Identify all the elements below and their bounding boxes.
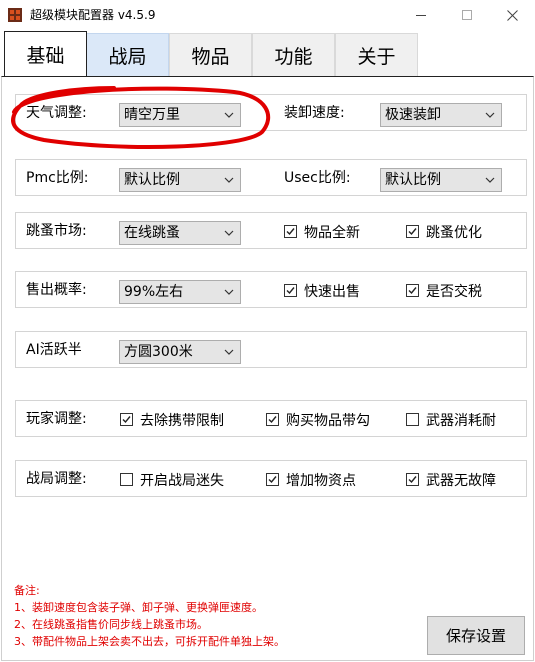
usec-label: Usec比例:	[284, 170, 351, 186]
group-ai-radius: AI活跃半 方圆300米	[15, 331, 527, 368]
chevron-down-icon	[485, 177, 495, 183]
ai-label: AI活跃半	[26, 342, 82, 358]
sell-select[interactable]: 99%左右	[119, 280, 241, 304]
flea-select-value: 在线跳蚤	[124, 225, 180, 241]
notes: 备注: 1、装卸速度包含装子弹、卸子弹、更换弹匣速度。 2、在线跳蚤指售价同步线…	[14, 582, 285, 650]
chevron-down-icon	[485, 112, 495, 118]
checkbox-checked-icon	[266, 413, 279, 426]
remove-carry-limit-checkbox[interactable]: 去除携带限制	[120, 401, 224, 438]
bought-items-fir-label: 购买物品带勾	[286, 412, 370, 429]
no-malfunction-checkbox[interactable]: 武器无故障	[406, 461, 496, 498]
quick-sell-checkbox[interactable]: 快速出售	[284, 272, 360, 309]
group-player: 玩家调整: 去除携带限制 购买物品带勾 武器消耗耐	[15, 400, 527, 437]
items-new-checkbox[interactable]: 物品全新	[284, 213, 360, 250]
notes-line-3: 3、带配件物品上架会卖不出去，可拆开配件单独上架。	[14, 635, 285, 648]
close-button[interactable]	[489, 0, 535, 30]
no-malfunction-label: 武器无故障	[426, 472, 496, 489]
sell-select-value: 99%左右	[124, 284, 184, 300]
chevron-down-icon	[224, 112, 234, 118]
pay-tax-label: 是否交税	[426, 283, 482, 300]
group-weather-reload: 天气调整: 晴空万里 装卸速度: 极速装卸	[15, 94, 527, 131]
weapon-durability-label: 武器消耗耐	[426, 412, 496, 429]
tab-functions[interactable]: 功能	[252, 33, 335, 76]
checkbox-checked-icon	[284, 225, 297, 238]
maximize-button[interactable]	[444, 0, 490, 30]
raid-lost-label: 开启战局迷失	[140, 472, 224, 489]
chevron-down-icon	[224, 177, 234, 183]
checkbox-checked-icon	[266, 473, 279, 486]
tab-about[interactable]: 关于	[335, 33, 418, 76]
minimize-button[interactable]	[398, 0, 444, 30]
save-settings-button[interactable]: 保存设置	[427, 616, 525, 655]
notes-line-1: 1、装卸速度包含装子弹、卸子弹、更换弹匣速度。	[14, 601, 263, 614]
weather-label: 天气调整:	[26, 105, 87, 121]
reload-select-value: 极速装卸	[385, 107, 441, 123]
checkbox-unchecked-icon	[120, 473, 133, 486]
pay-tax-checkbox[interactable]: 是否交税	[406, 272, 482, 309]
remove-carry-limit-label: 去除携带限制	[140, 412, 224, 429]
reload-label: 装卸速度:	[284, 105, 345, 121]
ai-select[interactable]: 方圆300米	[119, 340, 241, 364]
notes-line-2: 2、在线跳蚤指售价同步线上跳蚤市场。	[14, 618, 208, 631]
group-raid: 战局调整: 开启战局迷失 增加物资点 武器无故障	[15, 460, 527, 497]
chevron-down-icon	[224, 349, 234, 355]
more-loot-checkbox[interactable]: 增加物资点	[266, 461, 356, 498]
chevron-down-icon	[224, 230, 234, 236]
raid-lost-checkbox[interactable]: 开启战局迷失	[120, 461, 224, 498]
title-bar: 超级模块配置器 v4.5.9	[0, 0, 535, 30]
tab-items[interactable]: 物品	[169, 33, 252, 76]
checkbox-checked-icon	[406, 225, 419, 238]
checkbox-unchecked-icon	[406, 413, 419, 426]
minimize-icon	[416, 15, 426, 16]
usec-select-value: 默认比例	[385, 172, 441, 188]
sell-label: 售出概率:	[26, 282, 87, 298]
flea-optimize-label: 跳蚤优化	[426, 224, 482, 241]
tab-panel-basic: 天气调整: 晴空万里 装卸速度: 极速装卸 Pmc比例: 默认比例 Usec比例…	[1, 76, 534, 661]
weather-select[interactable]: 晴空万里	[119, 103, 241, 127]
pmc-select[interactable]: 默认比例	[119, 168, 241, 192]
weather-select-value: 晴空万里	[124, 107, 180, 123]
bought-items-fir-checkbox[interactable]: 购买物品带勾	[266, 401, 370, 438]
more-loot-label: 增加物资点	[286, 472, 356, 489]
player-label: 玩家调整:	[26, 411, 87, 427]
ai-select-value: 方圆300米	[124, 344, 193, 360]
app-logo-icon	[8, 8, 22, 22]
quick-sell-label: 快速出售	[304, 283, 360, 300]
close-icon	[506, 9, 518, 21]
tab-basic[interactable]: 基础	[4, 31, 87, 76]
items-new-label: 物品全新	[304, 224, 360, 241]
flea-select[interactable]: 在线跳蚤	[119, 221, 241, 245]
checkbox-checked-icon	[120, 413, 133, 426]
tab-bar: 基础 战局 物品 功能 关于	[0, 31, 535, 76]
group-flea-market: 跳蚤市场: 在线跳蚤 物品全新 跳蚤优化	[15, 212, 527, 249]
flea-label: 跳蚤市场:	[26, 223, 87, 239]
raid-label: 战局调整:	[26, 471, 87, 487]
checkbox-checked-icon	[406, 284, 419, 297]
notes-title: 备注:	[14, 584, 40, 597]
maximize-icon	[462, 10, 472, 20]
weapon-durability-checkbox[interactable]: 武器消耗耐	[406, 401, 496, 438]
checkbox-checked-icon	[284, 284, 297, 297]
checkbox-checked-icon	[406, 473, 419, 486]
pmc-select-value: 默认比例	[124, 172, 180, 188]
tab-raid[interactable]: 战局	[86, 33, 169, 76]
group-sell-chance: 售出概率: 99%左右 快速出售 是否交税	[15, 271, 527, 308]
chevron-down-icon	[224, 289, 234, 295]
usec-select[interactable]: 默认比例	[380, 168, 502, 192]
reload-select[interactable]: 极速装卸	[380, 103, 502, 127]
window-title: 超级模块配置器 v4.5.9	[30, 8, 156, 22]
group-pmc-usec: Pmc比例: 默认比例 Usec比例: 默认比例	[15, 159, 527, 196]
flea-optimize-checkbox[interactable]: 跳蚤优化	[406, 213, 482, 250]
pmc-label: Pmc比例:	[26, 170, 89, 186]
